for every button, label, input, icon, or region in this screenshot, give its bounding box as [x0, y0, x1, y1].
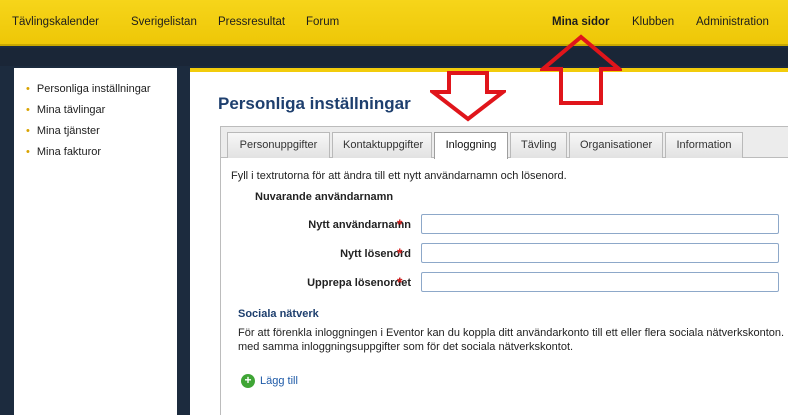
- nav-pressresultat[interactable]: Pressresultat: [218, 16, 285, 28]
- required-marker: *: [397, 245, 403, 261]
- header-strip: [0, 48, 788, 66]
- bullet-icon: •: [26, 146, 30, 158]
- nav-administration[interactable]: Administration: [696, 16, 769, 28]
- login-intro-text: Fyll i textrutorna för att ändra till et…: [231, 170, 567, 182]
- sidebar-menu: • Personliga inställningar • Mina tävlinga…: [14, 68, 177, 166]
- sidebar-item-mina-tjanster[interactable]: • Mina tjänster: [26, 124, 177, 145]
- bullet-icon: •: [26, 83, 30, 95]
- sidebar-item-label: Mina tjänster: [36, 125, 100, 137]
- tab-personuppgifter[interactable]: Personuppgifter: [227, 132, 330, 158]
- tab-kontaktuppgifter[interactable]: Kontaktuppgifter: [332, 132, 432, 158]
- settings-panel: Personuppgifter Kontaktuppgifter Inloggn…: [220, 126, 788, 415]
- add-label: Lägg till: [260, 375, 298, 387]
- arrow-up-annotation-icon: [540, 34, 622, 105]
- bullet-icon: •: [26, 125, 30, 137]
- tab-organisationer[interactable]: Organisationer: [569, 132, 663, 158]
- required-marker: *: [397, 216, 403, 232]
- plus-circle-icon: +: [241, 374, 255, 388]
- social-desc-line-1: För att förenkla inloggningen i Eventor …: [238, 327, 788, 339]
- page-title: Personliga inställningar: [218, 94, 411, 113]
- nav-tavlingskalender[interactable]: Tävlingskalender: [12, 16, 99, 28]
- nav-mina-sidor[interactable]: Mina sidor: [552, 16, 610, 28]
- sidebar-item-mina-tavlingar[interactable]: • Mina tävlingar: [26, 103, 177, 124]
- repeat-password-input[interactable]: [421, 272, 779, 292]
- social-networks-description: För att förenkla inloggningen i Eventor …: [238, 326, 788, 354]
- required-marker: *: [397, 274, 403, 290]
- arrow-down-annotation-icon: [430, 71, 506, 122]
- sidebar: • Personliga inställningar • Mina tävlinga…: [14, 68, 177, 415]
- social-networks-heading: Sociala nätverk: [238, 308, 319, 320]
- bullet-icon: •: [26, 104, 30, 116]
- sidebar-item-label: Mina fakturor: [36, 146, 102, 158]
- new-username-input[interactable]: [421, 214, 779, 234]
- current-username-label: Nuvarande användarnamn: [255, 191, 394, 203]
- sidebar-item-mina-fakturor[interactable]: • Mina fakturor: [26, 145, 177, 166]
- sidebar-item-label: Personliga inställningar: [36, 83, 151, 95]
- top-navigation: Tävlingskalender Sverigelistan Pressresu…: [0, 0, 788, 46]
- nav-klubben[interactable]: Klubben: [632, 16, 674, 28]
- add-social-account-link[interactable]: + Lägg till: [241, 374, 298, 388]
- new-username-label: Nytt användarnamn: [308, 219, 411, 231]
- social-desc-line-2: med samma inloggningsuppgifter som för d…: [238, 341, 574, 353]
- repeat-password-label: Upprepa lösenordet: [307, 277, 411, 289]
- nav-sverigelistan[interactable]: Sverigelistan: [131, 16, 197, 28]
- tab-information[interactable]: Information: [665, 132, 743, 158]
- tab-inloggning[interactable]: Inloggning: [434, 132, 508, 159]
- tab-bar: Personuppgifter Kontaktuppgifter Inloggn…: [221, 127, 788, 159]
- tab-tavling[interactable]: Tävling: [510, 132, 567, 158]
- sidebar-item-personliga-installningar[interactable]: • Personliga inställningar: [26, 82, 177, 103]
- nav-forum[interactable]: Forum: [306, 16, 339, 28]
- sidebar-item-label: Mina tävlingar: [36, 104, 106, 116]
- new-password-label: Nytt lösenord: [340, 248, 411, 260]
- new-password-input[interactable]: [421, 243, 779, 263]
